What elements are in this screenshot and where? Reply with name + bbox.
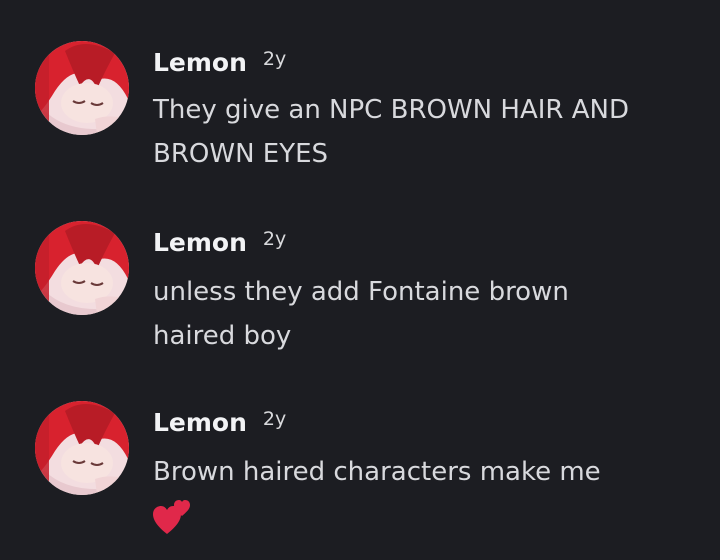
two-hearts-icon [153,500,190,534]
user-avatar[interactable] [35,41,129,135]
message-line: haired boy [153,321,292,351]
username[interactable]: Lemon [153,408,247,437]
username[interactable]: Lemon [153,228,247,257]
username[interactable]: Lemon [153,48,247,77]
anime-avatar-icon [35,41,129,135]
message-line: They give an NPC BROWN HAIR AND [153,95,629,125]
user-avatar[interactable] [35,401,129,495]
message-line: Brown haired characters make me [153,457,601,487]
anime-avatar-icon [35,221,129,315]
message-content: Brown haired characters make me [153,450,693,538]
timestamp[interactable]: 2y [263,408,286,430]
message-content: They give an NPC BROWN HAIR AND BROWN EY… [153,88,693,176]
timestamp[interactable]: 2y [263,228,286,250]
message-line: unless they add Fontaine brown [153,277,569,307]
timestamp[interactable]: 2y [263,48,286,70]
message-header: Lemon 2y [153,48,286,78]
anime-avatar-icon [35,401,129,495]
message-content: unless they add Fontaine brown haired bo… [153,270,693,358]
message-line: BROWN EYES [153,139,329,169]
user-avatar[interactable] [35,221,129,315]
message-header: Lemon 2y [153,408,286,438]
message-header: Lemon 2y [153,228,286,258]
